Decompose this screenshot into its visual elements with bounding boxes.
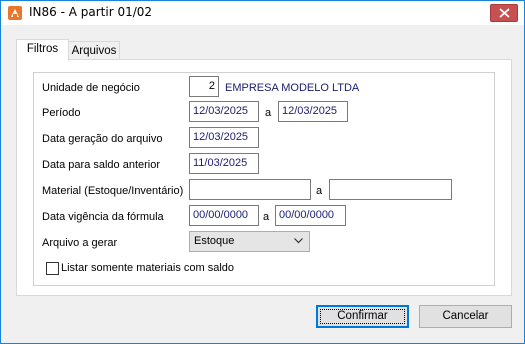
data-saldo-label: Data para saldo anterior xyxy=(42,159,161,171)
unidade-input[interactable]: 2 xyxy=(189,76,219,97)
confirm-button-label: Confirmar xyxy=(337,310,388,322)
close-icon xyxy=(499,8,510,18)
data-geracao-label: Data geração do arquivo xyxy=(42,133,163,145)
material-label: Material (Estoque/Inventário) xyxy=(42,185,184,197)
tab-arquivos[interactable]: Arquivos xyxy=(68,41,120,61)
vigencia-from-input[interactable]: 00/00/0000 xyxy=(189,205,259,226)
app-icon xyxy=(8,6,22,20)
close-button[interactable] xyxy=(490,4,518,22)
listar-checkbox[interactable] xyxy=(46,262,59,275)
vigencia-separator: a xyxy=(263,211,270,223)
material-to-input[interactable] xyxy=(329,179,452,200)
filtros-panel: Unidade de negócio 2 EMPRESA MODELO LTDA… xyxy=(16,59,512,296)
arquivo-label: Arquivo a gerar xyxy=(42,237,118,249)
listar-label[interactable]: Listar somente materiais com saldo xyxy=(61,262,234,274)
periodo-from-input[interactable]: 12/03/2025 xyxy=(189,101,259,122)
window-title: IN86 - A partir 01/02 xyxy=(29,5,153,19)
vigencia-to-input[interactable]: 00/00/0000 xyxy=(275,205,346,226)
unidade-name: EMPRESA MODELO LTDA xyxy=(225,82,360,94)
confirm-button[interactable]: Confirmar xyxy=(316,305,409,328)
periodo-label: Período xyxy=(42,107,81,119)
cancel-button-label: Cancelar xyxy=(442,310,489,322)
arquivo-selected-value: Estoque xyxy=(194,235,235,247)
periodo-to-input[interactable]: 12/03/2025 xyxy=(278,101,348,122)
vigencia-label: Data vigência da fórmula xyxy=(42,211,164,223)
data-saldo-input[interactable]: 11/03/2025 xyxy=(189,153,259,174)
title-bar: IN86 - A partir 01/02 xyxy=(1,1,524,25)
material-from-input[interactable] xyxy=(189,179,311,200)
material-separator: a xyxy=(316,185,323,197)
data-geracao-input[interactable]: 12/03/2025 xyxy=(189,127,259,148)
chevron-down-icon xyxy=(294,238,303,244)
dialog-window: IN86 - A partir 01/02 Filtros Arquivos U… xyxy=(0,0,525,344)
unidade-label: Unidade de negócio xyxy=(42,82,140,94)
periodo-separator: a xyxy=(265,107,272,119)
tab-filtros[interactable]: Filtros xyxy=(16,39,69,61)
cancel-button[interactable]: Cancelar xyxy=(419,305,512,328)
arquivo-select[interactable]: Estoque xyxy=(189,231,310,252)
